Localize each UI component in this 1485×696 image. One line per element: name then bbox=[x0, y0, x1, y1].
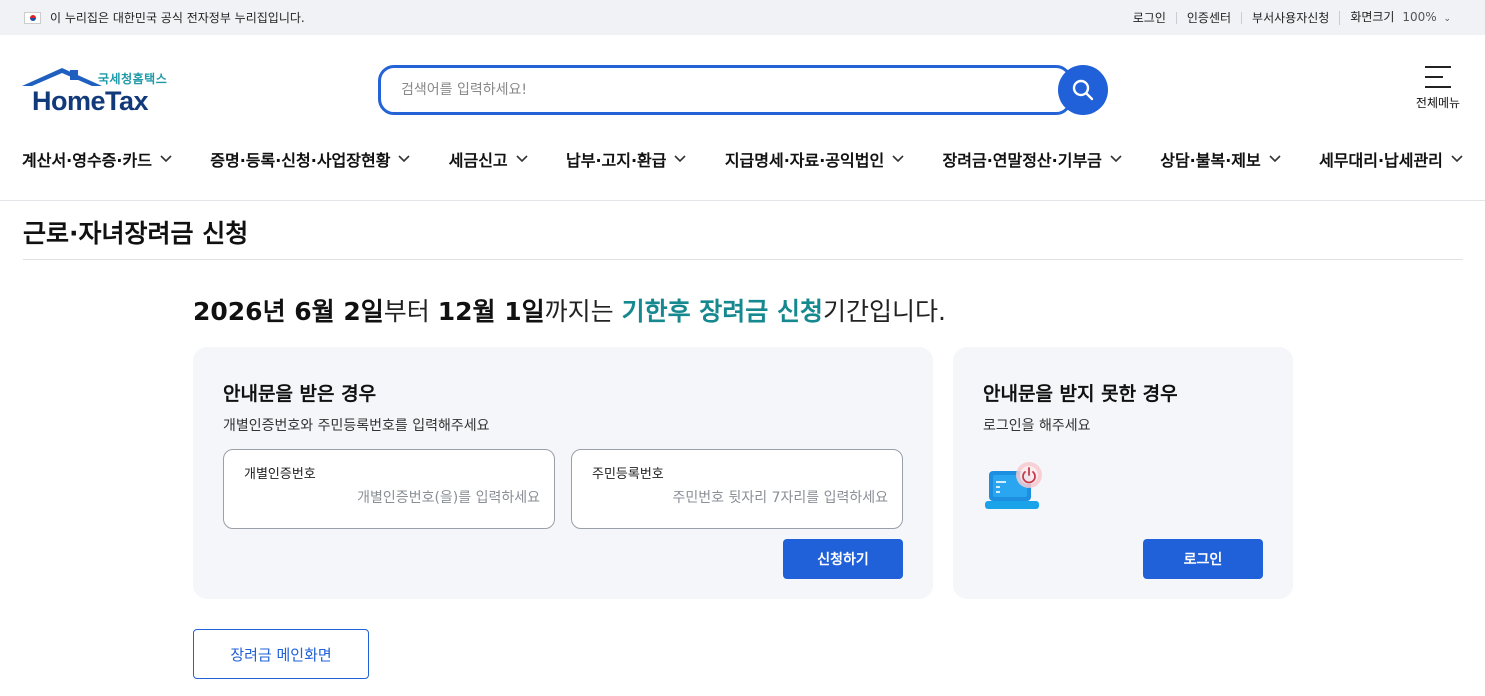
card-title: 안내문을 받지 못한 경우 bbox=[983, 383, 1178, 405]
all-menu-button[interactable]: 전체메뉴 bbox=[1408, 66, 1468, 111]
chevron-down-icon bbox=[674, 155, 687, 163]
nav-item-label: 지급명세·자료·공익법인 bbox=[724, 151, 885, 170]
gov-notice-text: 이 누리집은 대한민국 공식 전자정부 누리집입니다. bbox=[50, 11, 305, 25]
nav-item-label: 상담·불복·제보 bbox=[1160, 151, 1261, 170]
chevron-down-icon bbox=[1269, 155, 1281, 163]
card-subtitle: 로그인을 해주세요 bbox=[983, 418, 1091, 434]
auth-number-field[interactable]: 개별인증번호 bbox=[223, 449, 555, 529]
nav-item-label: 계산서·영수증·카드 bbox=[22, 151, 152, 170]
nav-divider bbox=[0, 200, 1485, 201]
hometax-logo[interactable]: 국세청홈택스 HomeTax bbox=[22, 66, 174, 116]
all-menu-label: 전체메뉴 bbox=[1415, 96, 1461, 110]
card-title: 안내문을 받은 경우 bbox=[223, 383, 377, 405]
period-until: 까지는 bbox=[544, 297, 622, 326]
period-suffix: 기간입니다. bbox=[823, 297, 946, 326]
hamburger-icon bbox=[1425, 66, 1451, 88]
card-subtitle: 개별인증번호와 주민등록번호를 입력해주세요 bbox=[223, 418, 490, 434]
nav-item-tax-return[interactable]: 세금신고 bbox=[449, 140, 528, 178]
resident-number-field[interactable]: 주민등록번호 bbox=[571, 449, 903, 529]
gov-banner: 이 누리집은 대한민국 공식 전자정부 누리집입니다. 로그인 인증센터 부서사… bbox=[0, 0, 1485, 35]
search-icon bbox=[1072, 79, 1094, 101]
resident-number-label: 주민등록번호 bbox=[592, 467, 664, 482]
nav-item-incentive[interactable]: 장려금·연말정산·기부금 bbox=[943, 140, 1122, 178]
search-button[interactable] bbox=[1058, 65, 1108, 115]
gov-notice: 이 누리집은 대한민국 공식 전자정부 누리집입니다. bbox=[24, 9, 305, 26]
zoom-label: 화면크기 bbox=[1350, 9, 1395, 24]
auth-center-link[interactable]: 인증센터 bbox=[1175, 11, 1241, 24]
main-nav: 계산서·영수증·카드 증명·등록·신청·사업장현황 세금신고 납부·고지·환급 … bbox=[0, 140, 1485, 180]
resident-number-input[interactable] bbox=[598, 490, 888, 506]
nav-item-payment-statement[interactable]: 지급명세·자료·공익법인 bbox=[725, 140, 904, 178]
notice-not-received-card: 안내문을 받지 못한 경우 로그인을 해주세요 로그인 bbox=[953, 347, 1293, 599]
nav-item-label: 세무대리·납세관리 bbox=[1319, 151, 1443, 170]
dept-user-apply-link[interactable]: 부서사용자신청 bbox=[1241, 11, 1339, 24]
zoom-value: 100% bbox=[1402, 9, 1437, 24]
zoom-control[interactable]: 화면크기 100% ⌄ bbox=[1339, 9, 1461, 25]
period-from: 부터 bbox=[383, 297, 438, 326]
notice-received-card: 안내문을 받은 경우 개별인증번호와 주민등록번호를 입력해주세요 개별인증번호… bbox=[193, 347, 933, 599]
login-button[interactable]: 로그인 bbox=[1143, 539, 1263, 579]
nav-item-invoice[interactable]: 계산서·영수증·카드 bbox=[22, 140, 172, 178]
chevron-down-icon bbox=[160, 155, 172, 163]
search-input[interactable] bbox=[401, 82, 1001, 98]
period-end: 12월 1일 bbox=[437, 297, 545, 326]
apply-button[interactable]: 신청하기 bbox=[783, 539, 903, 579]
period-start: 2026년 6월 2일 bbox=[193, 297, 384, 326]
search-box bbox=[378, 65, 1072, 115]
nav-item-consulting[interactable]: 상담·불복·제보 bbox=[1160, 140, 1281, 178]
laptop-power-icon bbox=[985, 462, 1042, 509]
title-divider bbox=[23, 259, 1463, 260]
application-period-notice: 2026년 6월 2일부터 12월 1일까지는 기한후 장려금 신청기간입니다. bbox=[193, 292, 946, 328]
chevron-down-icon bbox=[1451, 155, 1463, 163]
period-highlight: 기한후 장려금 신청 bbox=[621, 297, 823, 326]
auth-number-label: 개별인증번호 bbox=[244, 467, 316, 482]
chevron-down-icon bbox=[1110, 155, 1122, 163]
nav-item-certificate[interactable]: 증명·등록·신청·사업장현황 bbox=[210, 140, 410, 178]
nav-item-payment[interactable]: 납부·고지·환급 bbox=[566, 140, 687, 178]
nav-item-label: 증명·등록·신청·사업장현황 bbox=[210, 151, 391, 170]
chevron-down-icon bbox=[516, 155, 528, 163]
nav-item-label: 장려금·연말정산·기부금 bbox=[942, 151, 1102, 170]
nav-item-tax-agent[interactable]: 세무대리·납세관리 bbox=[1319, 140, 1463, 178]
logo-text-english: HomeTax bbox=[32, 86, 149, 116]
auth-number-input[interactable] bbox=[250, 490, 540, 506]
chevron-down-icon bbox=[892, 155, 904, 163]
nav-item-label: 세금신고 bbox=[448, 151, 508, 170]
chevron-down-icon: ⌄ bbox=[1443, 13, 1451, 24]
logo-text-korean: 국세청홈택스 bbox=[98, 72, 168, 86]
chevron-down-icon bbox=[398, 155, 410, 163]
nav-item-label: 납부·고지·환급 bbox=[566, 151, 667, 170]
login-link[interactable]: 로그인 bbox=[1123, 12, 1176, 24]
incentive-main-button[interactable]: 장려금 메인화면 bbox=[193, 629, 369, 679]
utility-links: 로그인 인증센터 부서사용자신청 화면크기 100% ⌄ bbox=[1123, 9, 1461, 25]
korea-flag-icon bbox=[24, 11, 41, 24]
page-title: 근로·자녀장려금 신청 bbox=[23, 219, 249, 248]
